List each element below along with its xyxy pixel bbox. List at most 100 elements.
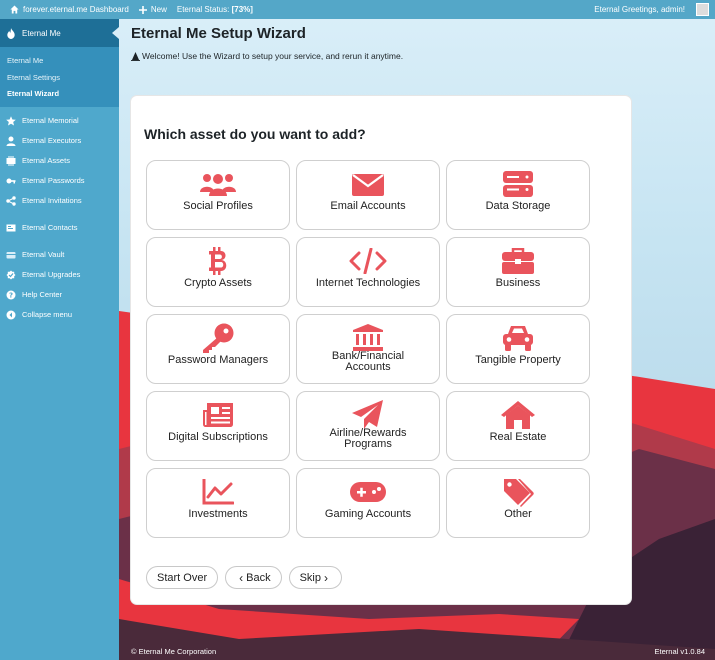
- tile-label: Gaming Accounts: [324, 508, 412, 520]
- sidebar-item-label: Eternal Memorial: [22, 116, 79, 125]
- wizard-question: Which asset do you want to add?: [144, 126, 366, 142]
- briefcase-icon: [502, 248, 534, 274]
- tile-label: Social Profiles: [183, 200, 253, 212]
- tile-airline-rewards-programs[interactable]: Airline/Rewards Programs: [296, 391, 440, 461]
- sidebar: Eternal Me Eternal Me Eternal Settings E…: [0, 19, 119, 660]
- sidebar-item-invitations[interactable]: Eternal Invitations: [0, 191, 119, 211]
- back-button[interactable]: ‹ Back: [225, 566, 282, 589]
- tile-password-managers[interactable]: Password Managers: [146, 314, 290, 384]
- avatar[interactable]: [696, 3, 709, 16]
- welcome-text: Welcome! Use the Wizard to setup your se…: [142, 51, 404, 61]
- key-icon: [6, 178, 16, 183]
- tile-label: Real Estate: [489, 431, 547, 443]
- sidebar-item-label: Eternal Upgrades: [22, 270, 81, 279]
- chevron-right-icon: ›: [324, 570, 328, 585]
- envelope-icon: [352, 174, 384, 196]
- key-icon: [203, 323, 234, 353]
- submenu: Eternal Me Eternal Settings Eternal Wiza…: [0, 47, 119, 107]
- sidebar-item-upgrades[interactable]: Eternal Upgrades: [0, 265, 119, 285]
- tile-label: Email Accounts: [330, 200, 406, 212]
- tile-email-accounts[interactable]: Email Accounts: [296, 160, 440, 230]
- tile-label: Airline/Rewards Programs: [297, 428, 439, 450]
- wizard-icon: [131, 51, 140, 61]
- newspaper-icon: [203, 403, 233, 427]
- tile-label: Internet Technologies: [315, 277, 421, 289]
- tags-icon: [504, 479, 534, 507]
- main-content: Eternal Me Setup Wizard Welcome! Use the…: [119, 19, 715, 660]
- sidebar-item-label: Collapse menu: [22, 310, 73, 319]
- sidebar-item-passwords[interactable]: Eternal Passwords: [0, 171, 119, 191]
- footer-copyright: © Eternal Me Corporation: [131, 647, 217, 656]
- user-greeting[interactable]: Eternal Greetings, admin!: [594, 0, 685, 19]
- submenu-eternal-wizard[interactable]: Eternal Wizard: [0, 86, 119, 103]
- site-label: forever.eternal.me Dashboard: [23, 5, 129, 14]
- back-label: Back: [246, 571, 271, 584]
- tile-investments[interactable]: Investments: [146, 468, 290, 538]
- user-icon: [6, 136, 16, 146]
- footer-version: Eternal v1.0.84: [654, 647, 705, 656]
- bitcoin-icon: [209, 247, 227, 275]
- sidebar-item-collapse[interactable]: Collapse menu: [0, 305, 119, 325]
- gamepad-icon: [350, 482, 386, 502]
- tile-label: Password Managers: [167, 354, 269, 366]
- line-chart-icon: [202, 479, 234, 505]
- site-link[interactable]: forever.eternal.me Dashboard: [10, 5, 129, 14]
- svg-text:?: ?: [9, 291, 13, 299]
- tile-real-estate[interactable]: Real Estate: [446, 391, 590, 461]
- sidebar-active-label: Eternal Me: [22, 28, 61, 38]
- users-icon: [200, 174, 236, 196]
- plus-icon: [138, 5, 147, 14]
- tile-internet-technologies[interactable]: Internet Technologies: [296, 237, 440, 307]
- tile-bank-financial-accounts[interactable]: Bank/Financial Accounts: [296, 314, 440, 384]
- help-icon: ?: [6, 290, 16, 299]
- eternal-status[interactable]: Eternal Status: [73%]: [177, 5, 253, 14]
- sidebar-item-vault[interactable]: Eternal Vault: [0, 245, 119, 265]
- sidebar-item-help[interactable]: ? Help Center: [0, 285, 119, 305]
- new-label: New: [150, 5, 167, 14]
- sidebar-item-executors[interactable]: Eternal Executors: [0, 131, 119, 151]
- sidebar-item-label: Eternal Assets: [22, 156, 70, 165]
- server-icon: [503, 171, 533, 197]
- paper-plane-icon: [352, 400, 383, 429]
- bank-icon: [353, 324, 383, 351]
- tile-crypto-assets[interactable]: Crypto Assets: [146, 237, 290, 307]
- status-label: Eternal Status:: [176, 5, 230, 14]
- tile-label: Crypto Assets: [184, 277, 252, 289]
- new-link[interactable]: New: [138, 5, 167, 14]
- sidebar-item-eternal-me[interactable]: Eternal Me: [0, 19, 119, 47]
- start-over-button[interactable]: Start Over: [146, 566, 219, 589]
- code-icon: [349, 248, 387, 274]
- wizard-nav: Start Over ‹ Back Skip ›: [146, 566, 349, 589]
- collapse-icon: [6, 310, 16, 319]
- tile-label: Tangible Property: [475, 354, 561, 366]
- tile-label: Data Storage: [485, 200, 551, 212]
- skip-label: Skip: [299, 571, 321, 584]
- star-icon: [6, 115, 16, 125]
- tile-tangible-property[interactable]: Tangible Property: [446, 314, 590, 384]
- chevron-left-icon: ‹: [239, 570, 244, 585]
- submenu-eternal-me[interactable]: Eternal Me: [0, 53, 119, 70]
- contacts-icon: [6, 224, 16, 231]
- tile-other[interactable]: Other: [446, 468, 590, 538]
- tile-label: Investments: [188, 508, 248, 520]
- status-value: [73%]: [231, 5, 253, 14]
- sidebar-item-label: Eternal Passwords: [22, 176, 85, 185]
- tile-social-profiles[interactable]: Social Profiles: [146, 160, 290, 230]
- wizard-card: Which asset do you want to add? Social P…: [131, 96, 631, 604]
- sidebar-item-memorial[interactable]: Eternal Memorial: [0, 111, 119, 131]
- tile-label-line: Accounts: [345, 361, 391, 373]
- submenu-eternal-settings[interactable]: Eternal Settings: [0, 70, 119, 87]
- tile-digital-subscriptions[interactable]: Digital Subscriptions: [146, 391, 290, 461]
- tile-label: Bank/Financial Accounts: [297, 351, 439, 373]
- tile-label: Digital Subscriptions: [168, 431, 268, 443]
- sidebar-item-label: Eternal Invitations: [22, 196, 82, 205]
- tile-business[interactable]: Business: [446, 237, 590, 307]
- sidebar-item-label: Eternal Contacts: [22, 223, 78, 232]
- skip-button[interactable]: Skip ›: [288, 566, 342, 589]
- tile-data-storage[interactable]: Data Storage: [446, 160, 590, 230]
- vault-icon: [6, 251, 16, 258]
- share-icon: [6, 195, 16, 206]
- sidebar-item-assets[interactable]: Eternal Assets: [0, 151, 119, 171]
- sidebar-item-contacts[interactable]: Eternal Contacts: [0, 218, 119, 238]
- tile-gaming-accounts[interactable]: Gaming Accounts: [296, 468, 440, 538]
